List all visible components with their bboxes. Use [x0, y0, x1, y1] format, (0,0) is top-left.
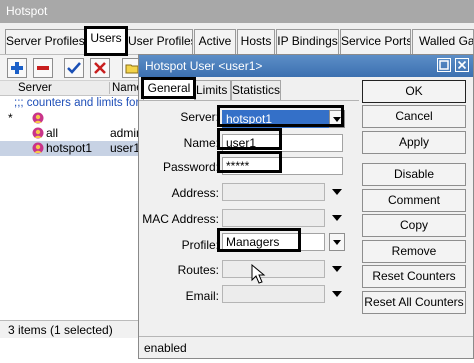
- name-field[interactable]: user1: [222, 134, 343, 152]
- profile-dropdown-button[interactable]: [329, 233, 345, 251]
- row-name: user1: [110, 141, 141, 155]
- window-title-bar: Hotspot: [0, 0, 474, 23]
- address-label: Address:: [171, 186, 219, 200]
- address-field[interactable]: [222, 183, 325, 201]
- hotspot-user-dialog: Hotspot User <user1> General Limits Stat…: [138, 54, 474, 359]
- row-marker: *: [8, 111, 13, 125]
- routes-dropdown-icon[interactable]: [332, 266, 342, 272]
- profile-select[interactable]: Managers: [222, 233, 325, 251]
- tab-statistics[interactable]: Statistics: [231, 80, 281, 100]
- window-title: Hotspot: [6, 4, 48, 18]
- status-text: enabled: [144, 341, 187, 355]
- remove-icon: [37, 66, 49, 70]
- user-icon: [32, 142, 44, 154]
- name-label: Name:: [183, 136, 219, 150]
- item-count: 3 items (1 selected): [8, 323, 113, 337]
- table-row[interactable]: all admin: [0, 126, 143, 141]
- dropdown-icon: [333, 239, 341, 245]
- server-dropdown-button[interactable]: [329, 110, 345, 128]
- comment-row[interactable]: ;;; counters and limits for: [0, 97, 140, 112]
- comment-button[interactable]: Comment: [362, 189, 466, 212]
- dialog-status-bar: enabled: [139, 336, 473, 357]
- user-icon: [32, 112, 44, 124]
- ok-button[interactable]: OK: [362, 80, 466, 103]
- enable-button[interactable]: [64, 58, 84, 78]
- row-server: all: [46, 126, 59, 140]
- tab-service-ports[interactable]: Service Ports: [340, 29, 411, 54]
- tab-active[interactable]: Active: [194, 29, 236, 54]
- list-status-bar: 3 items (1 selected): [0, 320, 140, 338]
- close-icon[interactable]: [455, 58, 469, 72]
- mac-address-field[interactable]: [222, 209, 325, 227]
- tab-bar: Server Profiles Users User Profiles Acti…: [0, 23, 474, 54]
- disable-button[interactable]: [90, 58, 110, 78]
- user-icon: [32, 127, 44, 139]
- comment-text: ;;; counters and limits for: [14, 97, 140, 109]
- server-label: Server:: [180, 110, 219, 124]
- mouse-cursor-icon: [251, 264, 266, 284]
- dialog-title-bar[interactable]: Hotspot User <user1>: [139, 55, 473, 77]
- tab-users[interactable]: Users: [86, 26, 126, 54]
- maximize-icon[interactable]: [437, 58, 451, 72]
- mac-address-label: MAC Address:: [142, 212, 219, 226]
- reset-all-counters-button[interactable]: Reset All Counters: [362, 291, 466, 314]
- column-server[interactable]: Server: [18, 82, 52, 94]
- cross-icon: [94, 62, 106, 74]
- tab-general[interactable]: General: [143, 78, 195, 100]
- table-row[interactable]: *: [0, 111, 140, 126]
- reset-counters-button[interactable]: Reset Counters: [362, 265, 466, 288]
- add-icon: [11, 62, 23, 74]
- table-row-selected[interactable]: hotspot1 user1: [0, 141, 140, 156]
- routes-label: Routes:: [177, 263, 219, 277]
- address-dropdown-icon[interactable]: [332, 189, 342, 195]
- dialog-title: Hotspot User <user1>: [145, 59, 263, 73]
- server-select[interactable]: hotspot1: [222, 110, 329, 128]
- dropdown-icon: [333, 116, 341, 122]
- password-label: Password:: [162, 160, 219, 174]
- tab-walled-garden[interactable]: Walled Garden: [412, 29, 474, 54]
- check-icon: [67, 62, 81, 74]
- row-server: hotspot1: [46, 141, 93, 155]
- email-dropdown-icon[interactable]: [332, 291, 342, 297]
- folder-icon: [125, 64, 139, 74]
- add-button[interactable]: [7, 58, 27, 78]
- email-field[interactable]: [222, 285, 325, 303]
- copy-button[interactable]: Copy: [362, 214, 466, 237]
- cancel-button[interactable]: Cancel: [362, 105, 466, 128]
- tab-limits[interactable]: Limits: [195, 80, 231, 100]
- email-label: Email:: [185, 289, 219, 303]
- remove-button[interactable]: [33, 58, 53, 78]
- remove-button[interactable]: Remove: [362, 240, 466, 263]
- profile-label: Profile:: [181, 238, 219, 252]
- password-field[interactable]: *****: [222, 157, 343, 175]
- tab-ip-bindings[interactable]: IP Bindings: [276, 29, 339, 54]
- apply-button[interactable]: Apply: [362, 131, 466, 154]
- disable-button[interactable]: Disable: [362, 163, 466, 186]
- mac-dropdown-icon[interactable]: [332, 215, 342, 221]
- tab-user-profiles[interactable]: User Profiles: [127, 29, 193, 54]
- tab-hosts[interactable]: Hosts: [237, 29, 275, 54]
- tab-server-profiles[interactable]: Server Profiles: [5, 29, 85, 54]
- list-header: Server Name: [0, 81, 143, 96]
- routes-field[interactable]: [222, 260, 325, 278]
